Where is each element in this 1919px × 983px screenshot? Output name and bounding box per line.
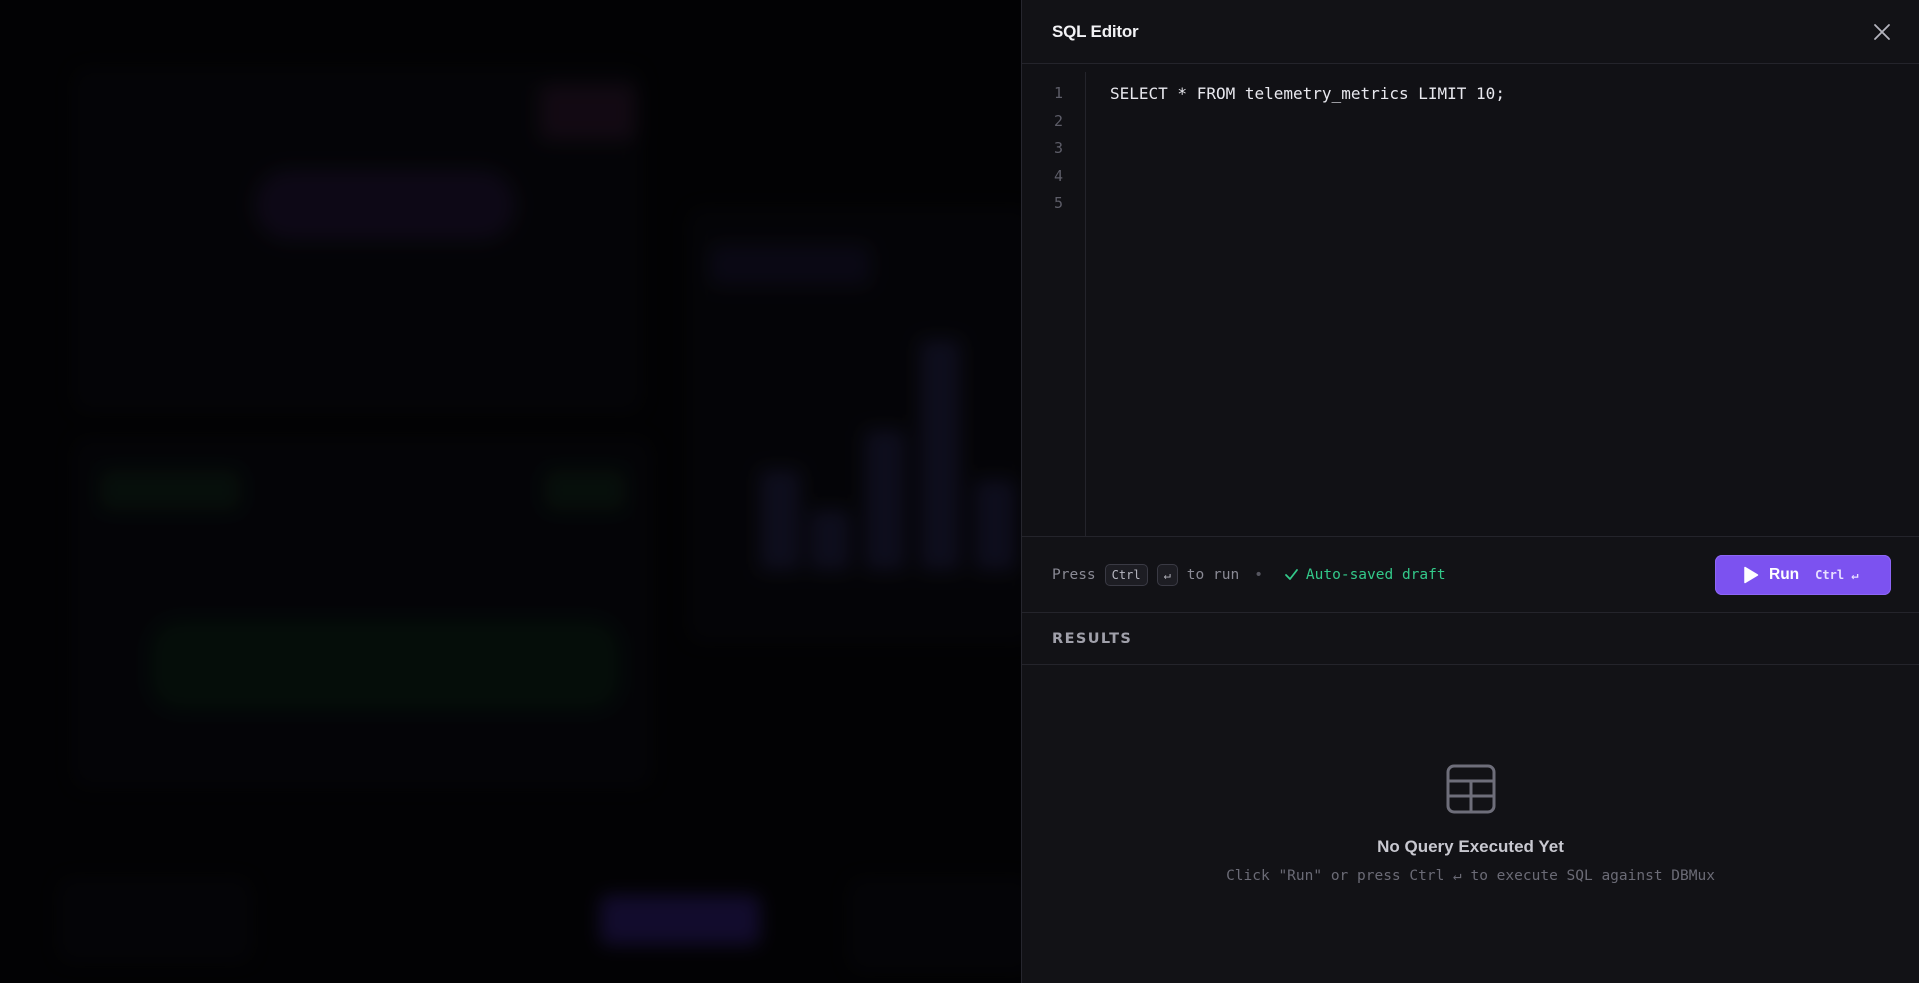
check-icon bbox=[1285, 569, 1298, 580]
code-line[interactable] bbox=[1110, 190, 1895, 218]
hint-suffix: to run bbox=[1186, 566, 1240, 583]
play-icon bbox=[1744, 566, 1759, 583]
empty-state-subtitle: Click "Run" or press Ctrl ↵ to execute S… bbox=[1226, 868, 1715, 884]
modal-overlay[interactable] bbox=[0, 0, 1022, 983]
empty-state: No Query Executed Yet Click "Run" or pre… bbox=[1022, 763, 1919, 884]
run-hint: Press Ctrl ↵ to run • Auto-saved draft bbox=[1052, 563, 1446, 586]
line-number: 4 bbox=[1053, 166, 1063, 185]
line-number-gutter: 1 2 3 4 5 bbox=[1022, 72, 1086, 536]
code-editor[interactable]: 1 2 3 4 5 SELECT * FROM telemetry_metric… bbox=[1022, 64, 1919, 536]
hint-prefix: Press bbox=[1052, 566, 1096, 583]
kbd-ctrl: Ctrl bbox=[1104, 563, 1148, 586]
results-panel: No Query Executed Yet Click "Run" or pre… bbox=[1022, 665, 1919, 983]
results-title: RESULTS bbox=[1052, 630, 1133, 647]
line-number: 3 bbox=[1053, 139, 1063, 157]
run-bar: Press Ctrl ↵ to run • Auto-saved draft R… bbox=[1022, 536, 1919, 613]
kbd-enter: ↵ bbox=[1156, 563, 1178, 586]
autosave-status: Auto-saved draft bbox=[1284, 567, 1446, 583]
run-button-label: Run bbox=[1769, 565, 1800, 583]
drawer-header: SQL Editor bbox=[1022, 0, 1919, 64]
line-number: 2 bbox=[1053, 111, 1063, 130]
run-button-shortcut: Ctrl ↵ bbox=[1815, 567, 1859, 582]
line-number: 5 bbox=[1053, 194, 1063, 212]
dashboard-backdrop bbox=[0, 0, 1022, 983]
close-button[interactable] bbox=[1867, 17, 1897, 47]
empty-state-title: No Query Executed Yet bbox=[1377, 837, 1564, 856]
sql-code-area[interactable]: SELECT * FROM telemetry_metrics LIMIT 10… bbox=[1086, 64, 1919, 536]
sql-editor-drawer: SQL Editor 1 2 3 4 5 SELECT * FROM telem… bbox=[1021, 0, 1919, 983]
autosave-label: Auto-saved draft bbox=[1305, 566, 1446, 583]
table-grid-icon bbox=[1446, 764, 1495, 814]
code-line[interactable] bbox=[1110, 135, 1895, 163]
line-number: 1 bbox=[1053, 84, 1063, 102]
run-button[interactable]: Run Ctrl ↵ bbox=[1715, 554, 1891, 595]
code-line[interactable] bbox=[1110, 163, 1895, 191]
drawer-title: SQL Editor bbox=[1052, 21, 1139, 41]
code-line[interactable] bbox=[1110, 108, 1895, 136]
results-header: RESULTS bbox=[1022, 613, 1919, 665]
separator-dot: • bbox=[1254, 566, 1263, 583]
close-icon bbox=[1874, 23, 1890, 40]
code-line[interactable]: SELECT * FROM telemetry_metrics LIMIT 10… bbox=[1110, 80, 1895, 108]
